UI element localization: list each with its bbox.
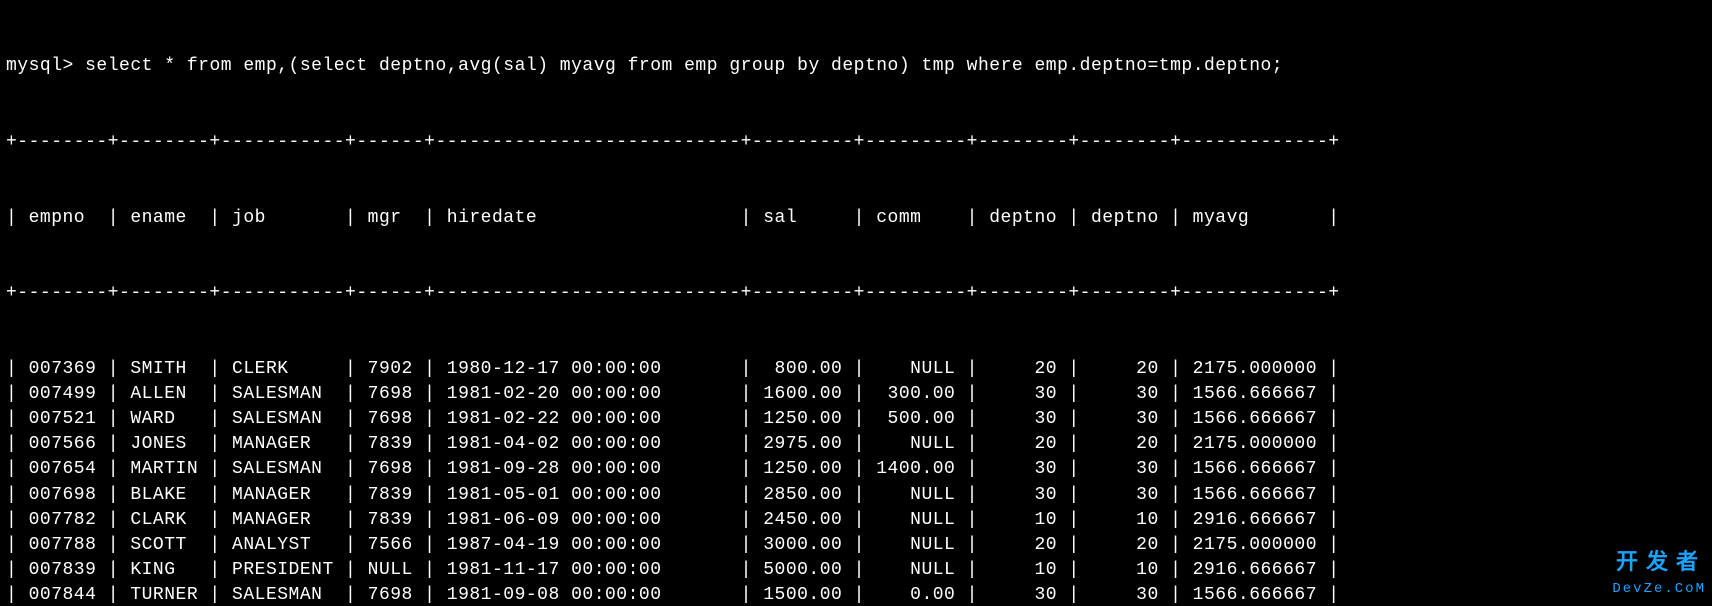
table-row: | 007499 | ALLEN | SALESMAN | 7698 | 198…: [6, 382, 1706, 407]
table-header-row: | empno | ename | job | mgr | hiredate |…: [6, 206, 1706, 231]
table-row: | 007788 | SCOTT | ANALYST | 7566 | 1987…: [6, 533, 1706, 558]
table-row: | 007566 | JONES | MANAGER | 7839 | 1981…: [6, 432, 1706, 457]
terminal-output[interactable]: mysql> select * from emp,(select deptno,…: [0, 0, 1712, 606]
sql-query: select * from emp,(select deptno,avg(sal…: [85, 56, 1283, 76]
mysql-prompt: mysql>: [6, 56, 85, 76]
table-row: | 007521 | WARD | SALESMAN | 7698 | 1981…: [6, 407, 1706, 432]
table-row: | 007698 | BLAKE | MANAGER | 7839 | 1981…: [6, 483, 1706, 508]
table-row: | 007844 | TURNER | SALESMAN | 7698 | 19…: [6, 583, 1706, 606]
table-row: | 007369 | SMITH | CLERK | 7902 | 1980-1…: [6, 357, 1706, 382]
table-row: | 007654 | MARTIN | SALESMAN | 7698 | 19…: [6, 457, 1706, 482]
table-border-mid: +--------+--------+-----------+------+--…: [6, 281, 1706, 306]
table-border-top: +--------+--------+-----------+------+--…: [6, 130, 1706, 155]
table-row: | 007782 | CLARK | MANAGER | 7839 | 1981…: [6, 508, 1706, 533]
table-body: | 007369 | SMITH | CLERK | 7902 | 1980-1…: [6, 357, 1706, 606]
table-row: | 007839 | KING | PRESIDENT | NULL | 198…: [6, 558, 1706, 583]
query-line: mysql> select * from emp,(select deptno,…: [6, 54, 1706, 79]
